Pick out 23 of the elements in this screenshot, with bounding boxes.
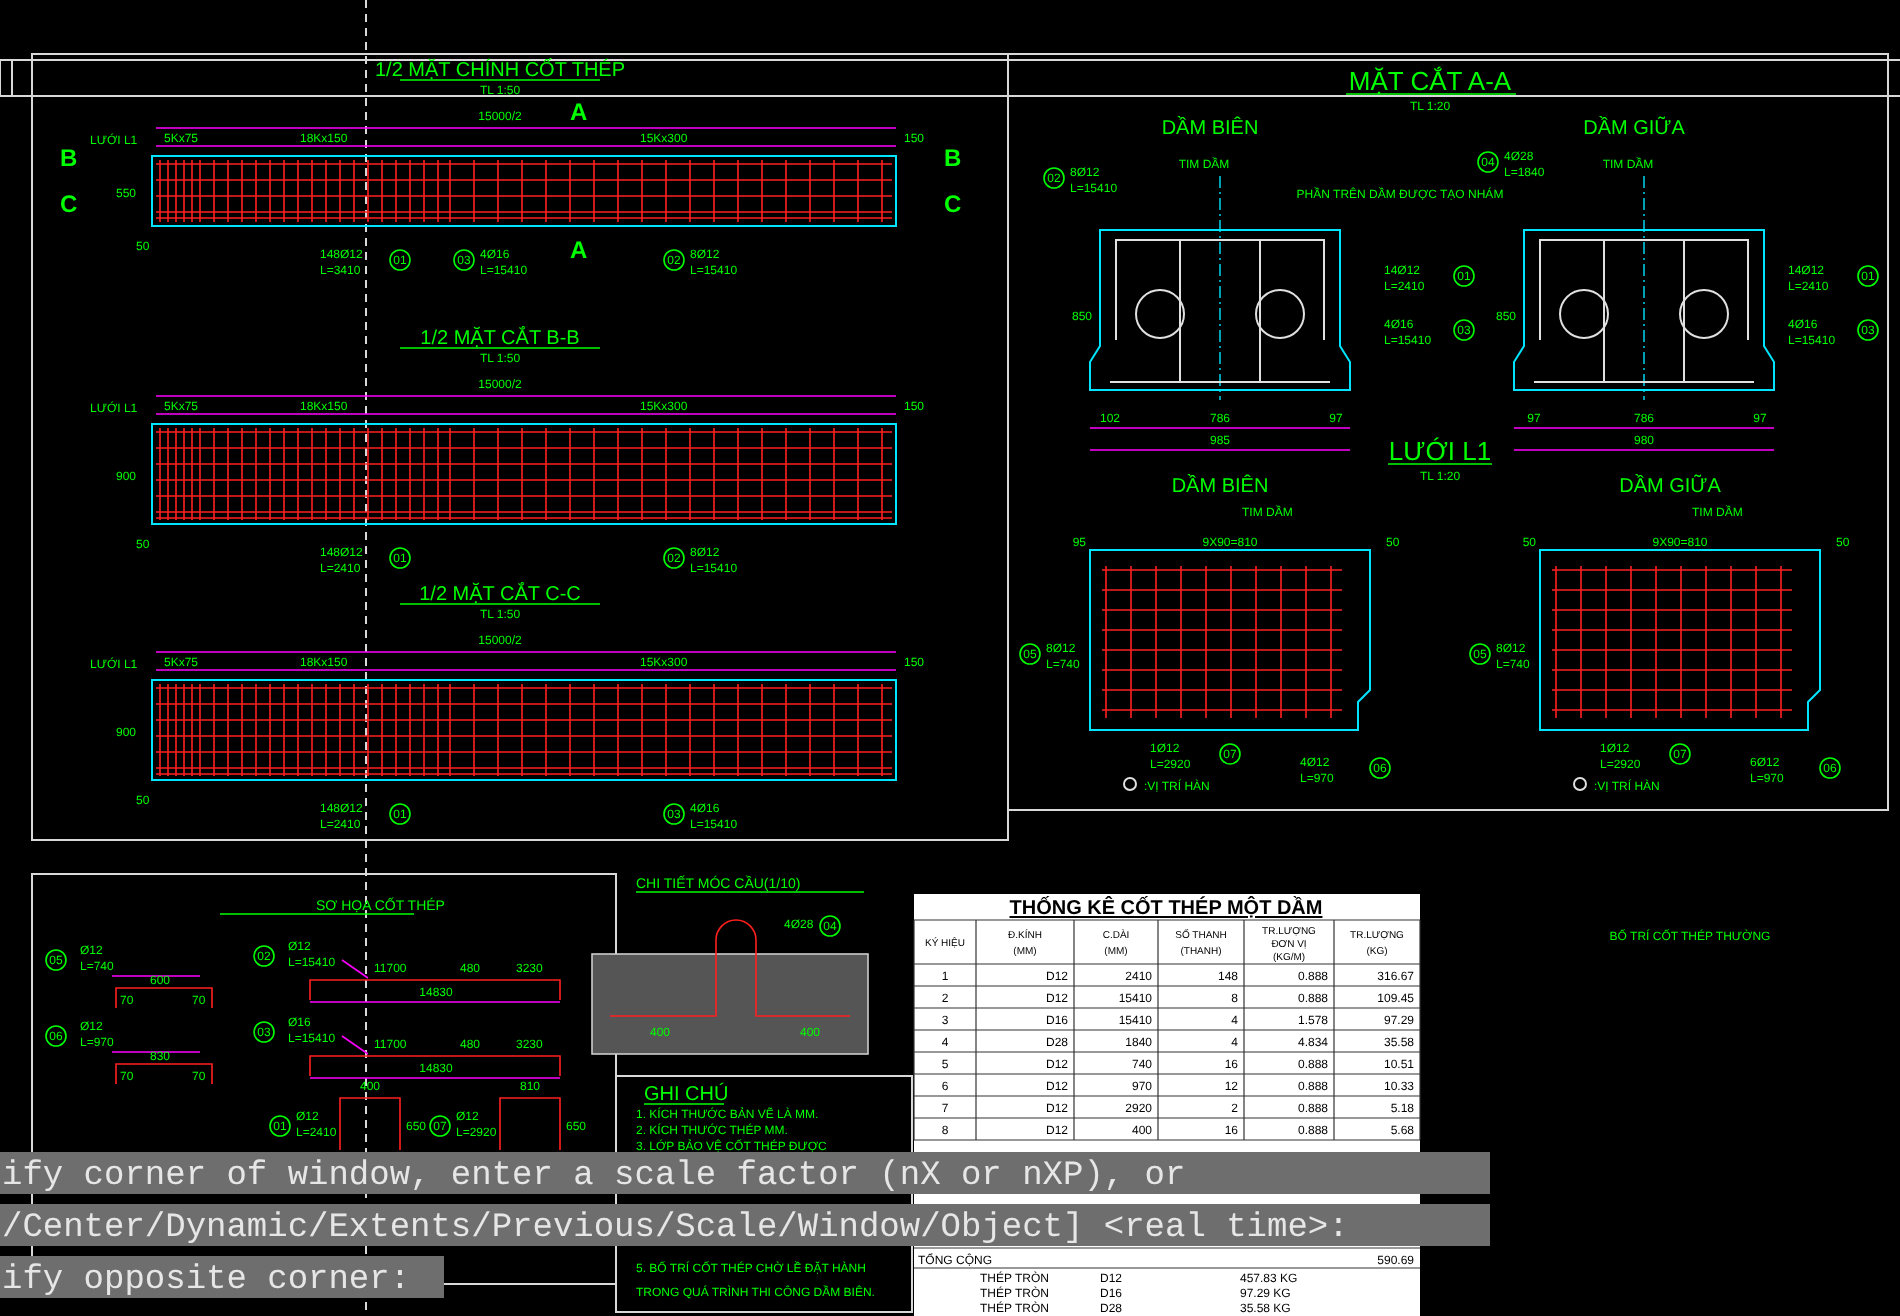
view-title: 1/2 MẶT CHÍNH CỐT THÉP <box>374 60 626 82</box>
rebar-shape <box>115 1063 213 1085</box>
table-title: THỐNG KÊ CỐT THÉP MỘT DẦM <box>1009 898 1323 920</box>
section-mark: B <box>60 144 78 172</box>
beam-title: DẦM BIÊN <box>1161 118 1259 140</box>
view-title: 1/2 MẶT CẮT C-C <box>419 584 581 606</box>
rebar-shape <box>339 1097 401 1151</box>
beam-title: DẦM BIÊN <box>1171 476 1269 498</box>
beam-title: DẦM GIỮA <box>1619 476 1721 498</box>
section-mark: A <box>570 236 588 264</box>
section-mark: C <box>60 190 78 218</box>
rebar-shape <box>499 1097 561 1151</box>
rebar-shape <box>115 987 213 1009</box>
section-mark: A <box>570 98 588 126</box>
weld-symbol-icon <box>1123 777 1137 791</box>
notes-title: GHI CHÚ <box>644 1084 729 1106</box>
beam-title: DẦM GIỮA <box>1583 118 1685 140</box>
section-title: MẶT CẮT A-A <box>1348 66 1512 96</box>
section-title: LƯỚI L1 <box>1388 436 1492 466</box>
section-mark: B <box>944 144 962 172</box>
section-mark: C <box>944 190 962 218</box>
view-title: 1/2 MẶT CẮT B-B <box>420 328 580 350</box>
weld-symbol-icon <box>1573 777 1587 791</box>
